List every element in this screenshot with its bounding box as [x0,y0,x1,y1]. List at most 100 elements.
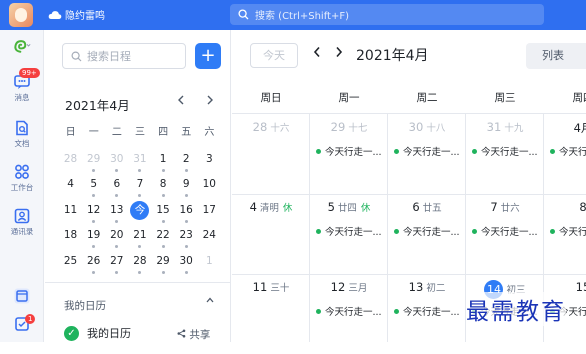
day-cell[interactable]: 31 十九 今天行走一... [466,114,544,194]
day-cell[interactable]: 13 初二 今天行走一... [388,274,466,354]
mini-day[interactable]: 26 [82,252,105,278]
rail-item-workbench[interactable]: 工作台 [0,164,44,193]
rail-item-todo[interactable]: 1 [0,314,44,334]
event-item[interactable]: 今天行走一... [316,304,388,318]
rail-item-contacts[interactable]: 通讯录 [0,208,44,237]
next-month-button[interactable] [334,45,344,63]
day-number: 28 十六 [252,120,290,134]
mini-prev-month-button[interactable] [176,94,186,109]
mini-day[interactable]: 30 [105,150,128,176]
mini-day[interactable]: 25 [59,252,82,278]
mini-week-row: 18 19 20 21 22 23 24 [59,226,221,252]
share-icon [177,329,186,338]
event-item[interactable]: 今天行走一... [394,304,466,318]
share-calendar-button[interactable]: 共享 [177,327,210,342]
mini-day[interactable]: 11 [59,201,82,227]
day-cell[interactable]: 30 十八 今天行走一... [388,114,466,194]
mini-day[interactable]: 29 [82,150,105,176]
mini-day[interactable]: 7 [128,175,151,201]
app-logo[interactable] [0,38,44,56]
mini-week-row: 4 5 6 7 8 9 10 [59,175,221,201]
prev-month-button[interactable] [312,45,322,63]
holiday-tag: 休 [282,203,293,214]
add-event-button[interactable]: + [195,43,221,69]
list-view-button[interactable]: 列表 [526,43,586,69]
mini-day[interactable]: 24 [198,226,221,252]
mini-day[interactable]: 12 [82,201,105,227]
event-dot [316,148,321,154]
today-button[interactable]: 今天 [250,43,298,68]
mini-day[interactable]: 22 [152,226,175,252]
mini-day[interactable]: 3 [198,150,221,176]
event-item[interactable]: 今天行走一... [550,144,586,158]
day-cell[interactable]: 6 廿五 今天行走一... [388,194,466,274]
watermark: 最需教育 [466,292,566,326]
mini-day[interactable]: 29 [152,252,175,278]
mini-day[interactable]: 2 [175,150,198,176]
mini-day[interactable]: 1 [152,150,175,176]
calendar-entry-mine[interactable]: ✓ 我的日历 [64,325,131,341]
mini-day[interactable]: 30 [175,252,198,278]
event-dot [472,228,477,234]
day-cell[interactable]: 12 三月 今天行走一... [310,274,388,354]
calendar-icon [14,288,30,304]
mini-day[interactable]: 9 [175,175,198,201]
calendar-sidepanel: 搜索日程 + 2021年4月 日 一 二 三 四 五 六 28 29 30 31… [45,30,231,342]
mini-day[interactable]: 6 [105,175,128,201]
rail-item-calendar[interactable] [0,288,44,306]
day-cell[interactable]: 8 今天行走一... [544,194,586,274]
mini-day[interactable]: 21 [128,226,151,252]
mini-day[interactable]: 23 [175,226,198,252]
day-cell[interactable]: 4 清明休 [232,194,310,274]
section-divider [45,282,231,283]
day-cell[interactable]: 29 十七 今天行走一... [310,114,388,194]
event-item[interactable]: 今天行走一... [394,144,466,158]
avatar[interactable] [9,3,33,27]
rail-item-docs[interactable]: 文档 [0,120,44,149]
schedule-search-input[interactable]: 搜索日程 [62,43,186,69]
collapse-my-calendars-button[interactable] [205,296,215,307]
day-number: 4 清明休 [249,200,293,214]
day-cell[interactable]: 7 廿六 今天行走一... [466,194,544,274]
day-cell[interactable]: 28 十六 [232,114,310,194]
mini-weekday: 五 [181,127,192,138]
mini-day[interactable]: 1 [198,252,221,278]
day-cell[interactable]: 11 三十 [232,274,310,354]
mini-day-today[interactable]: 今 [128,200,151,227]
mini-day[interactable]: 20 [105,226,128,252]
mini-day[interactable]: 18 [59,226,82,252]
day-cell[interactable]: 5 廿四休 今天行走一... [310,194,388,274]
mini-weekday: 二 [111,127,122,138]
day-cell[interactable]: 4月 今天行走一... [544,114,586,194]
event-item[interactable]: 今天行走一... [472,144,544,158]
global-search-input[interactable]: 搜索 (Ctrl+Shift+F) [230,4,544,25]
mini-day[interactable]: 10 [198,175,221,201]
mini-day[interactable]: 5 [82,175,105,201]
event-item[interactable]: 今天行走一... [550,224,586,238]
check-circle-icon: ✓ [64,325,79,341]
mini-day[interactable]: 17 [198,201,221,227]
mini-day[interactable]: 27 [105,252,128,278]
mini-day[interactable]: 4 [59,175,82,201]
event-item[interactable]: 今天行走一... [316,224,388,238]
mini-day[interactable]: 31 [128,150,151,176]
event-item[interactable]: 今天行走一... [394,224,466,238]
mini-next-month-button[interactable] [205,94,215,109]
mini-weekday: 三 [134,127,145,138]
mini-day[interactable]: 19 [82,226,105,252]
mini-day[interactable]: 16 [175,201,198,227]
event-item[interactable]: 今天行走一... [472,224,544,238]
mini-weekday-row: 日 一 二 三 四 五 六 [59,124,221,150]
mini-day[interactable]: 13 [105,201,128,227]
mini-day[interactable]: 15 [152,201,175,227]
schedule-search-placeholder: 搜索日程 [87,50,131,63]
event-item[interactable]: 今天行走一... [316,144,388,158]
nav-rail: 消息 99+ 文档 工作台 通讯录 1 [0,30,44,342]
mini-day[interactable]: 8 [152,175,175,201]
rail-item-messages[interactable]: 消息 99+ [0,68,44,103]
event-dot [316,228,321,234]
day-number: 12 三月 [330,280,368,294]
event-title: 今天行走一... [403,147,460,158]
mini-day[interactable]: 28 [59,150,82,176]
mini-day[interactable]: 28 [128,252,151,278]
